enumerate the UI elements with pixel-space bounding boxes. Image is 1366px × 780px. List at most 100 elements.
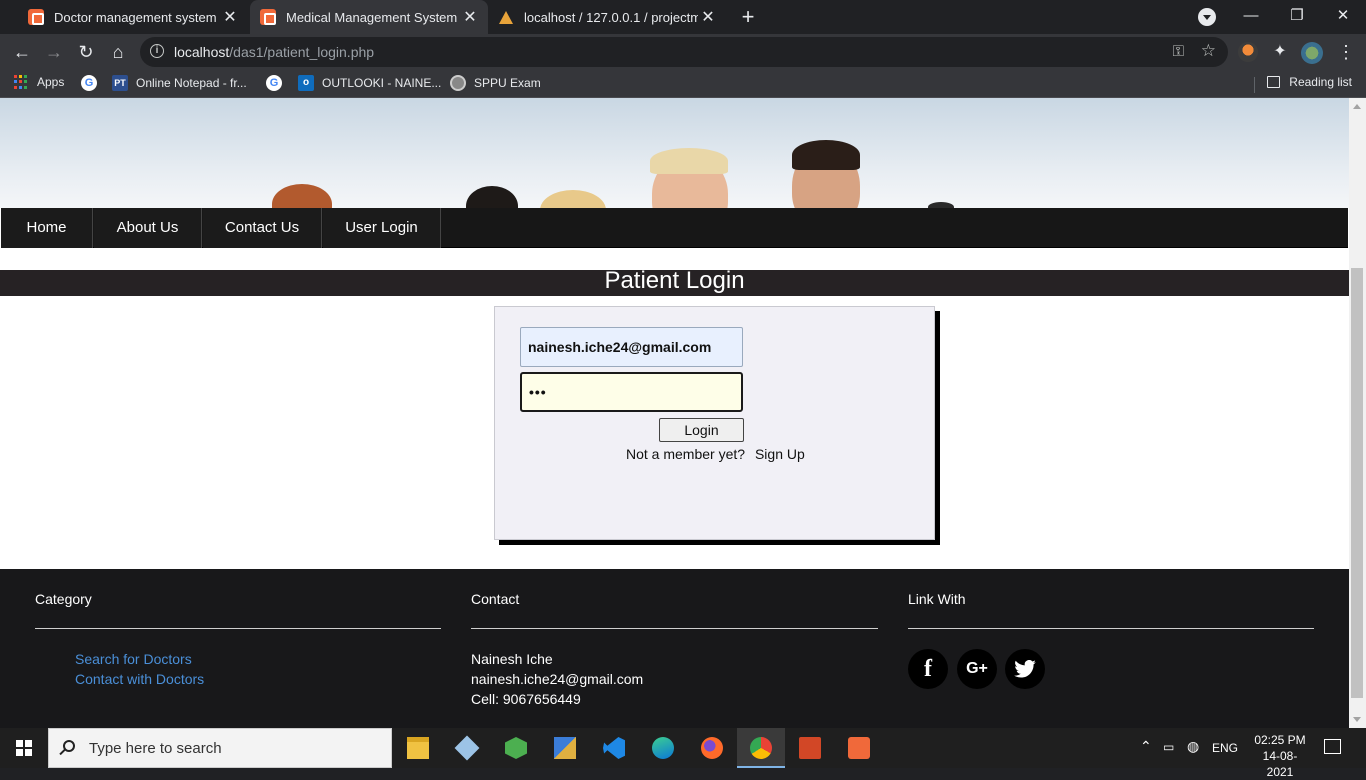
bookmark-label: Apps [37,75,65,89]
taskbar-clock[interactable]: 02:25 PM 14-08-2021 [1250,732,1310,780]
google-icon: G [81,75,97,91]
footer-link-contact-doctors[interactable]: Contact with Doctors [75,671,204,687]
nav-contact-us[interactable]: Contact Us [203,208,322,248]
tab-label: localhost / 127.0.0.1 / projectmm [524,9,698,25]
bookmark-star-icon[interactable]: ☆ [1201,41,1216,61]
clock-date: 14-08-2021 [1262,749,1298,779]
taskbar-app-tool[interactable] [541,728,589,768]
browser-toolbar: ← → ↻ ⌂ i localhost/das1/patient_login.p… [0,34,1366,70]
reading-list-label: Reading list [1289,75,1352,89]
address-bar[interactable]: i localhost/das1/patient_login.php ⚿ ☆ [140,37,1228,67]
page-title: Patient Login [604,267,745,294]
google-plus-icon[interactable]: G+ [957,649,997,689]
profile-avatar[interactable] [1301,42,1323,64]
bookmarks-divider [1254,77,1255,93]
powerpoint-icon [799,737,821,759]
firefox-icon [701,737,723,759]
key-icon[interactable]: ⚿ [1173,43,1184,60]
phpmyadmin-icon [498,9,514,25]
scroll-thumb[interactable] [1351,268,1363,698]
menu-kebab-icon[interactable]: ⋮ [1336,42,1356,62]
scroll-down-arrow[interactable] [1353,717,1361,722]
page-viewport: Home About Us Contact Us User Login Pati… [0,98,1366,728]
bookmarks-bar: Apps G PT Online Notepad - fr... G o OUT… [0,70,1366,98]
password-field[interactable] [520,372,743,412]
taskbar-vscode[interactable] [590,728,638,768]
vscode-icon [603,737,625,759]
search-placeholder: Type here to search [89,740,222,757]
bookmark-online-notepad[interactable]: PT Online Notepad - fr... [112,75,247,91]
bookmark-outlook[interactable]: o OUTLOOKI - NAINE... [298,75,441,91]
start-button[interactable] [0,728,48,768]
tab-medical-management[interactable]: Medical Management System ✕ [250,0,488,34]
tab-doctor-management[interactable]: Doctor management system ✕ [8,0,248,34]
notification-icon[interactable] [1324,739,1341,754]
outlook-icon: o [298,75,314,91]
taskbar-edge[interactable] [639,728,687,768]
nav-home[interactable]: Home [1,208,93,248]
bookmark-apps[interactable]: Apps [14,75,64,89]
folder-icon [407,737,429,759]
bookmark-sppu-exam[interactable]: SPPU Exam [450,75,541,91]
taskbar-xampp[interactable] [835,728,883,768]
browser-tabstrip: Doctor management system ✕ Medical Manag… [0,0,1366,34]
new-tab-button[interactable]: + [736,4,760,30]
language-indicator[interactable]: ENG [1212,741,1238,755]
taskbar-app-cube[interactable] [443,728,491,768]
taskbar-file-explorer[interactable] [394,728,442,768]
banner-person [650,148,728,174]
xampp-icon [848,737,870,759]
cube-icon [454,735,480,761]
nav-about-us[interactable]: About Us [94,208,202,248]
reading-list-button[interactable]: Reading list [1267,75,1352,89]
back-button[interactable]: ← [10,40,34,64]
login-button[interactable]: Login [659,418,744,442]
scroll-up-arrow[interactable] [1353,104,1361,109]
restore-button[interactable]: ❐ [1274,0,1320,34]
contact-cell: Cell: 9067656449 [471,691,581,707]
signup-prompt: Not a member yet? Sign Up [626,446,805,462]
tray-chevron-icon[interactable]: ⌃ [1140,738,1152,755]
url-text: localhost/das1/patient_login.php [174,44,375,60]
facebook-icon[interactable]: f [908,649,948,689]
site-info-icon[interactable]: i [150,44,164,58]
contact-email: nainesh.iche24@gmail.com [471,671,644,687]
close-icon[interactable]: ✕ [220,7,240,27]
taskbar-firefox[interactable] [688,728,736,768]
forward-button[interactable]: → [42,40,66,64]
twitter-bird-shape [1014,659,1036,678]
taskbar-app-green[interactable] [492,728,540,768]
taskbar-chrome[interactable] [737,728,785,768]
footer-linkwith-heading: Link With [908,591,966,607]
taskbar-powerpoint[interactable] [786,728,834,768]
xampp-icon [260,9,276,25]
footer-link-search-doctors[interactable]: Search for Doctors [75,651,192,667]
reading-list-icon [1267,76,1281,88]
reload-button[interactable]: ↻ [74,40,98,64]
footer-divider [908,628,1314,629]
bookmark-google-2[interactable]: G [266,75,290,91]
close-icon[interactable]: ✕ [460,7,480,27]
banner-person [272,184,332,208]
page-scrollbar[interactable] [1349,98,1366,728]
signup-link[interactable]: Sign Up [755,446,805,462]
bookmark-google[interactable]: G [81,75,105,91]
close-icon[interactable]: ✕ [698,7,718,27]
header-banner-image [0,98,1349,208]
network-globe-icon[interactable]: ◍ [1187,738,1199,755]
tab-phpmyadmin[interactable]: localhost / 127.0.0.1 / projectmm ✕ [490,0,726,34]
window-close-button[interactable]: ✕ [1320,0,1366,34]
twitter-icon[interactable] [1005,649,1045,689]
battery-icon[interactable]: ▭ [1163,740,1174,754]
minimize-button[interactable]: — [1228,0,1274,34]
email-field[interactable] [520,327,743,367]
banner-person [466,186,518,208]
tab-search-icon[interactable] [1198,8,1216,26]
extensions-puzzle-icon[interactable]: ✦ [1270,42,1290,62]
taskbar-search-box[interactable]: Type here to search [48,728,392,768]
home-button[interactable]: ⌂ [106,40,130,64]
nav-user-login[interactable]: User Login [323,208,441,248]
bookmark-label: SPPU Exam [474,76,541,90]
hexagon-icon [505,737,527,759]
extension-icon[interactable] [1238,42,1258,62]
